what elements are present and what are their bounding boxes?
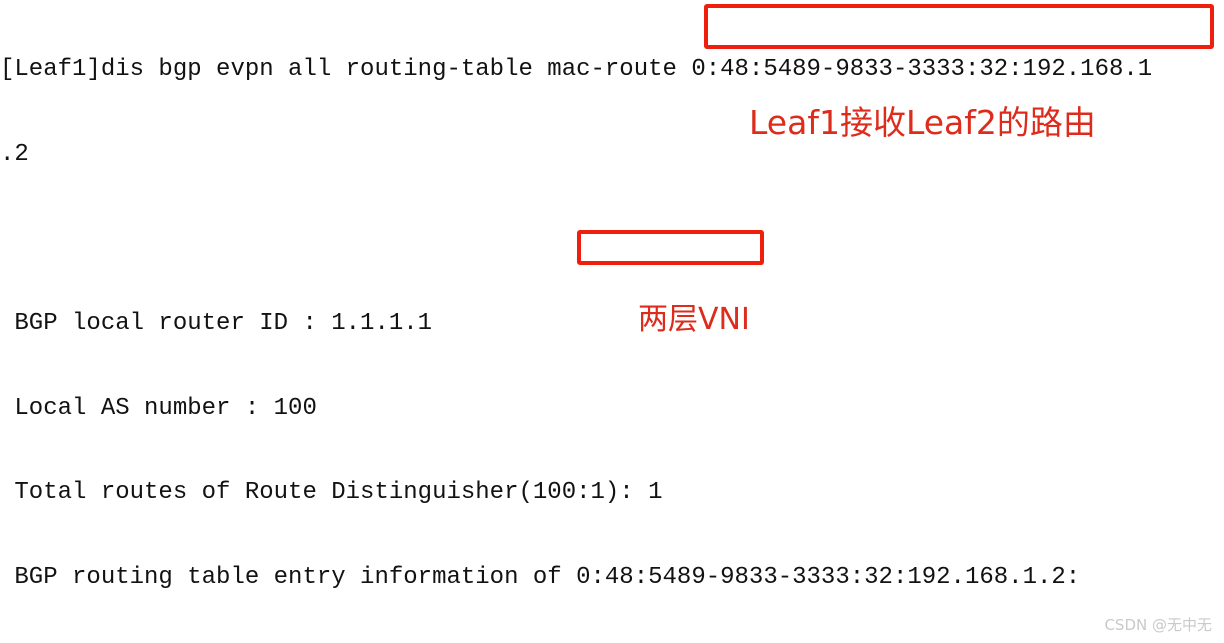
terminal-line: [Leaf1]dis bgp evpn all routing-table ma… <box>0 56 1153 84</box>
terminal-line: BGP routing table entry information of 0… <box>0 563 1081 591</box>
terminal-line: Total routes of Route Distinguisher(100:… <box>0 479 663 507</box>
callout-leaf1-receives-leaf2-route: Leaf1接收Leaf2的路由 <box>749 103 1096 142</box>
terminal-line: .2 <box>0 141 29 168</box>
csdn-watermark: CSDN @无中无 <box>1104 616 1212 634</box>
callout-two-layer-vni: 两层VNI <box>638 302 750 337</box>
terminal-line: BGP local router ID : 1.1.1.1 <box>0 310 433 338</box>
terminal-line: Local AS number : 100 <box>0 394 317 422</box>
terminal-screenshot: [Leaf1]dis bgp evpn all routing-table ma… <box>0 0 1224 643</box>
